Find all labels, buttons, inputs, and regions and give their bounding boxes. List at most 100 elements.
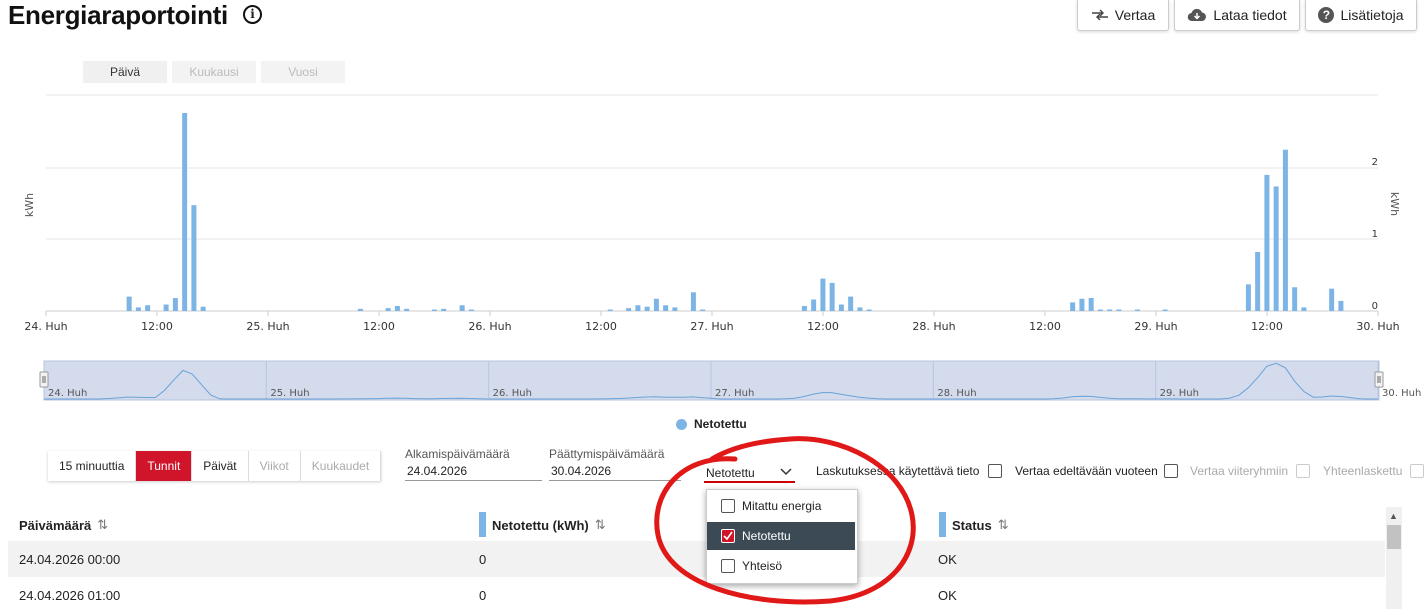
chart-bar[interactable] [635,305,641,311]
x-tick-label: 30. Huh [1356,320,1399,333]
series-select[interactable]: Netotettu [704,463,795,483]
chart-bar[interactable] [672,307,678,311]
column-header-value[interactable]: Netotettu (kWh) ⇅ [492,517,606,533]
chart-bar[interactable] [1292,287,1298,311]
column-header-value-label: Netotettu (kWh) [492,517,589,533]
column-header-date[interactable]: Päivämäärä ⇅ [19,517,108,533]
series-option-measured[interactable]: Mitattu energia [707,492,855,520]
chart-bar[interactable] [1282,149,1288,311]
chart-bar[interactable] [820,278,826,311]
series-option-community[interactable]: Yhteisö [707,552,855,580]
x-tick-label: 27. Huh [690,320,733,333]
energy-chart[interactable]: 24. Huh 12:00 25. Huh 12:00 26. Huh 12:00 27. … [0,85,1424,340]
navigator-handle-right[interactable] [1374,371,1384,388]
resolution-days-button[interactable]: Päivät [192,451,249,481]
resolution-months-button[interactable]: Kuukaudet [300,451,382,481]
chart-bar[interactable] [191,205,197,311]
chart-bar[interactable] [1301,307,1307,311]
chart-bar[interactable] [468,309,474,311]
y-axis-label-left: kWh [23,193,36,217]
chart-bar[interactable] [848,296,854,311]
chart-bar[interactable] [1329,288,1335,311]
sum-checkbox[interactable] [1410,464,1424,478]
chart-bar[interactable] [626,308,632,311]
chart-bar[interactable] [838,304,844,311]
chart-bar[interactable] [1255,251,1261,311]
chart-bar[interactable] [866,309,872,311]
chart-bar[interactable] [1245,284,1251,311]
navigator-label: 30. Huh [1382,388,1421,399]
compare-reference-label: Vertaa viiteryhmiin [1190,464,1289,478]
chart-bar[interactable] [1264,174,1270,311]
scroll-up-icon[interactable]: ▲ [1389,511,1398,521]
chart-bar[interactable] [801,305,807,311]
y-tick-label: 1 [1372,229,1378,240]
column-header-status[interactable]: Status ⇅ [952,517,1009,533]
chart-bar[interactable] [126,296,132,311]
end-date-input[interactable]: 30.04.2026 [549,463,681,481]
chart-bar[interactable] [459,305,465,311]
chart-bar[interactable] [172,298,178,311]
more-info-button[interactable]: ? Lisätietoja [1305,0,1417,31]
tab-month[interactable]: Kuukausi [172,61,256,83]
chart-bar[interactable] [441,308,447,311]
chart-bar[interactable] [857,307,863,311]
navigator-label: 25. Huh [270,388,309,399]
chart-bar[interactable] [1070,302,1076,311]
resolution-hours-button[interactable]: Tunnit [136,451,193,481]
chart-bar[interactable] [163,304,169,311]
series-dropdown: Mitattu energia Netotettu Yhteisö [706,489,858,584]
chart-bar[interactable] [1097,309,1103,311]
chart-bar[interactable] [690,292,696,311]
compare-prev-year-checkbox[interactable] [1164,464,1178,478]
chart-bar[interactable] [1338,300,1344,311]
chart-bar[interactable] [394,305,400,311]
x-tick-label: 12:00 [363,320,395,333]
sort-icon[interactable]: ⇅ [998,517,1009,533]
resolution-weeks-button[interactable]: Viikot [248,451,301,481]
chart-bar[interactable] [200,306,206,311]
chart-bar[interactable] [1079,298,1085,311]
chart-legend[interactable]: Netotettu [676,417,747,431]
chart-bar[interactable] [135,307,141,311]
tab-year[interactable]: Vuosi [261,61,345,83]
chart-bar[interactable] [1116,309,1122,311]
billing-option-checkbox[interactable] [988,464,1002,478]
start-date-input[interactable]: 24.04.2026 [405,463,542,481]
chart-bar[interactable] [811,299,817,311]
chart-bar[interactable] [357,308,363,311]
scrollbar-thumb[interactable] [1387,525,1401,549]
chart-bar[interactable] [385,308,391,311]
series-option-netted[interactable]: Netotettu [707,522,855,550]
table-row: 24.04.2026 01:00 0 OK [8,577,1385,613]
legend-dot-icon [676,418,687,430]
chart-bar[interactable] [145,305,151,311]
range-navigator[interactable]: 24. Huh 25. Huh 26. Huh 27. Huh 28. Huh 29. H… [0,355,1424,405]
tab-day[interactable]: Päivä [83,61,167,83]
chart-bar[interactable] [829,282,835,311]
sort-icon[interactable]: ⇅ [97,517,108,533]
y-axis-label-right: kWh [1388,192,1401,216]
chart-bar[interactable] [663,305,669,311]
chart-bar[interactable] [1273,186,1279,311]
chart-bar[interactable] [1134,309,1140,311]
table-scrollbar[interactable]: ▲ [1386,507,1402,609]
checkmark-icon [721,529,735,543]
chart-bar[interactable] [607,309,613,311]
chart-bar[interactable] [653,298,659,311]
chart-bar[interactable] [404,308,410,311]
chart-bar[interactable] [644,306,650,311]
chart-bar[interactable] [182,113,188,311]
navigator-handle-left[interactable] [39,371,49,388]
chart-bar[interactable] [431,309,437,311]
chart-bar[interactable] [1107,309,1113,311]
info-circle-icon[interactable]: i [243,5,262,24]
chart-bar[interactable] [1162,309,1168,311]
compare-button[interactable]: Vertaa [1077,0,1169,31]
chart-bar[interactable] [700,309,706,311]
resolution-15min-button[interactable]: 15 minuuttia [48,451,137,481]
chart-bar[interactable] [1088,298,1094,311]
download-button[interactable]: Lataa tiedot [1174,0,1300,31]
sort-icon[interactable]: ⇅ [595,517,606,533]
compare-reference-checkbox[interactable] [1296,464,1310,478]
